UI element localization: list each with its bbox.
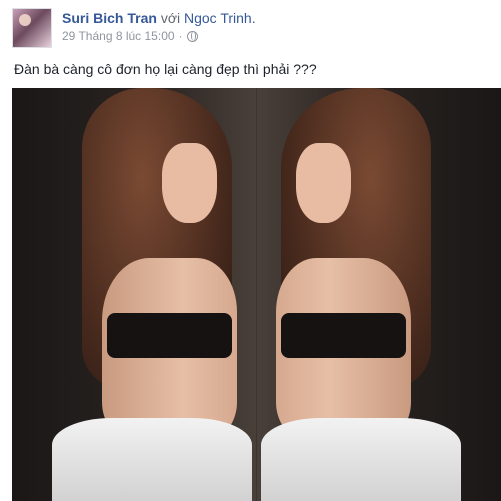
post-caption: Đàn bà càng cô đơn họ lại càng đẹp thì p…: [14, 61, 317, 77]
globe-icon[interactable]: [186, 30, 198, 42]
with-label: với: [160, 10, 181, 26]
post-meta: 29 Tháng 8 lúc 15:00 ·: [62, 29, 198, 43]
photo-figure-left: [12, 88, 256, 501]
author-avatar[interactable]: [12, 8, 52, 48]
author-name-link[interactable]: Suri Bich Tran: [62, 10, 157, 26]
post-header: Suri Bich Tran với Ngoc Trinh.: [62, 9, 256, 27]
post-timestamp[interactable]: 29 Tháng 8 lúc 15:00: [62, 29, 175, 43]
meta-separator: ·: [178, 29, 183, 43]
post-photo[interactable]: [12, 88, 501, 501]
facebook-post: Suri Bich Tran với Ngoc Trinh. 29 Tháng …: [0, 0, 501, 501]
photo-figure-right: [257, 88, 501, 501]
tagged-user-link[interactable]: Ngoc Trinh.: [184, 10, 256, 26]
